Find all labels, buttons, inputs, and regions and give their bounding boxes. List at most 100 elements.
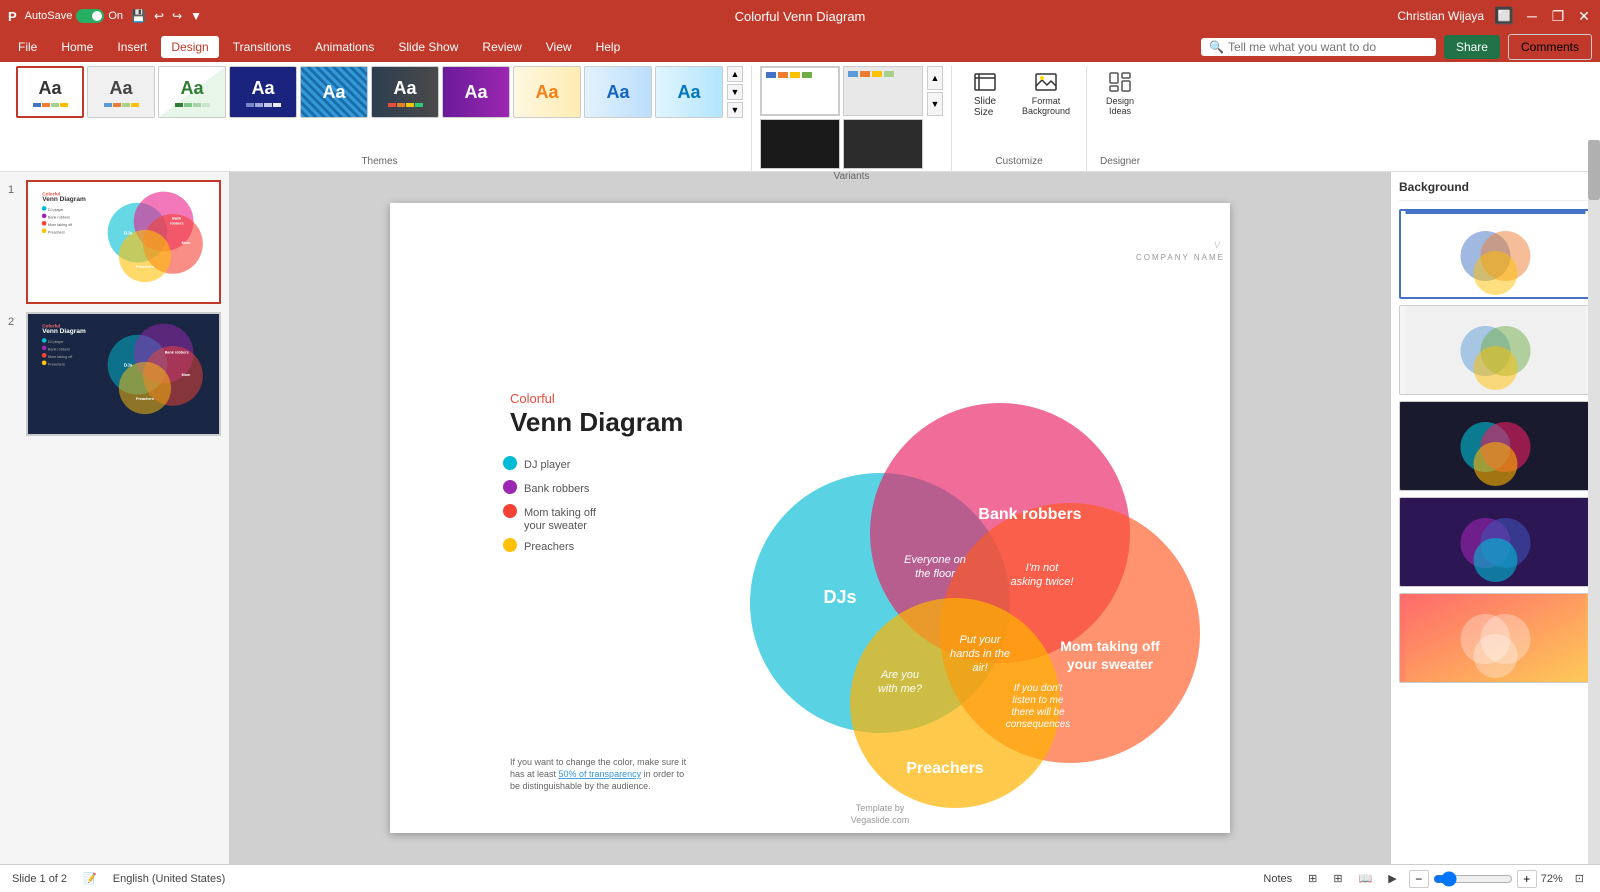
svg-text:Put your: Put your: [960, 634, 1002, 646]
menu-view[interactable]: View: [536, 36, 582, 58]
slide-number-2: 2: [8, 312, 20, 328]
autosave-toggle[interactable]: [76, 9, 104, 23]
svg-text:Preachers: Preachers: [906, 760, 983, 777]
redo-icon[interactable]: ↪: [172, 9, 182, 23]
slideshow-button[interactable]: ▶: [1384, 870, 1400, 887]
design-ideas-button[interactable]: DesignIdeas: [1095, 66, 1145, 120]
variant-4[interactable]: [843, 119, 923, 169]
svg-text:DJs: DJs: [124, 363, 133, 368]
variant-3[interactable]: [760, 119, 840, 169]
zoom-out-button[interactable]: −: [1409, 870, 1429, 888]
slide-notes-icon[interactable]: 📝: [79, 870, 101, 887]
slide-canvas[interactable]: V COMPANY NAME Colorful Venn Diagram DJ …: [390, 203, 1230, 833]
svg-text:Bank robbers: Bank robbers: [524, 483, 590, 495]
theme-bluegray[interactable]: Aa: [584, 66, 652, 118]
menu-design[interactable]: Design: [161, 36, 218, 58]
menu-transitions[interactable]: Transitions: [223, 36, 301, 58]
menu-animations[interactable]: Animations: [305, 36, 384, 58]
menu-review[interactable]: Review: [472, 36, 531, 58]
slide-number-1: 1: [8, 180, 20, 196]
theme-brightblue[interactable]: Aa: [655, 66, 723, 118]
svg-text:DJ player: DJ player: [524, 459, 571, 471]
customize-icon[interactable]: ▼: [190, 9, 202, 23]
slide-size-icon: [973, 70, 997, 94]
slide-thumb-1[interactable]: Colorful Venn Diagram DJ player Bank rob…: [26, 180, 221, 304]
normal-view-button[interactable]: ⊞: [1304, 870, 1321, 887]
menu-home[interactable]: Home: [51, 36, 103, 58]
right-panel: Background: [1390, 172, 1600, 864]
status-left: Slide 1 of 2 📝 English (United States): [12, 870, 225, 887]
theme-green[interactable]: Aa: [158, 66, 226, 118]
variants-scroll-down[interactable]: ▼: [927, 92, 943, 116]
restore-icon[interactable]: 🔲: [1494, 6, 1514, 26]
design-idea-4[interactable]: [1399, 497, 1592, 587]
autosave-label: AutoSave: [25, 10, 73, 22]
window-title: Colorful Venn Diagram: [735, 9, 866, 24]
svg-text:Mom taking off: Mom taking off: [1060, 638, 1160, 654]
vertical-scrollbar[interactable]: [1588, 140, 1600, 864]
fit-slide-button[interactable]: ⊡: [1571, 870, 1588, 887]
menu-help[interactable]: Help: [586, 36, 631, 58]
variants-scroll-up[interactable]: ▲: [927, 66, 943, 90]
theme-dark[interactable]: Aa: [371, 66, 439, 118]
zoom-slider[interactable]: [1433, 871, 1513, 887]
slide-item-1[interactable]: 1 Colorful Venn Diagram DJ player Bank r…: [8, 180, 221, 304]
slide-item-2[interactable]: 2 Colorful Venn Diagram DJ player Bank r…: [8, 312, 221, 436]
theme-dots[interactable]: Aa: [229, 66, 297, 118]
theme-scroll-more[interactable]: ▼: [727, 102, 743, 118]
format-background-label: FormatBackground: [1022, 96, 1070, 116]
design-idea-5[interactable]: [1399, 593, 1592, 683]
variant-grid: [760, 66, 923, 169]
design-idea-3[interactable]: [1399, 401, 1592, 491]
svg-text:hands in the: hands in the: [950, 648, 1010, 660]
menu-bar: File Home Insert Design Transitions Anim…: [0, 32, 1600, 62]
reading-view-button[interactable]: 📖: [1355, 870, 1377, 887]
autosave-state: On: [108, 10, 123, 22]
svg-text:consequences: consequences: [1006, 719, 1071, 730]
title-bar-left: P AutoSave On 💾 ↩ ↪ ▼: [8, 9, 202, 24]
format-background-button[interactable]: FormatBackground: [1014, 66, 1078, 120]
theme-office[interactable]: Aa: [16, 66, 84, 118]
search-input[interactable]: [1228, 40, 1428, 54]
theme-purple[interactable]: Aa: [442, 66, 510, 118]
comments-button[interactable]: Comments: [1508, 34, 1592, 60]
svg-text:DJ player: DJ player: [48, 340, 64, 344]
menu-insert[interactable]: Insert: [107, 36, 157, 58]
share-button[interactable]: Share: [1444, 35, 1500, 59]
svg-text:I'm not: I'm not: [1026, 562, 1060, 574]
design-idea-1[interactable]: [1399, 209, 1592, 299]
customize-label: Customize: [960, 154, 1078, 171]
theme-gold[interactable]: Aa: [513, 66, 581, 118]
design-ideas-label: DesignIdeas: [1106, 96, 1134, 116]
close-btn[interactable]: ✕: [1576, 8, 1592, 24]
theme-scroll-up[interactable]: ▲: [727, 66, 743, 82]
minimize-btn[interactable]: ─: [1524, 8, 1540, 24]
notes-button[interactable]: Notes: [1259, 871, 1296, 887]
design-idea-4-svg: [1400, 498, 1591, 587]
scrollbar-thumb[interactable]: [1588, 140, 1600, 200]
svg-text:Mom taking off: Mom taking off: [48, 355, 73, 359]
svg-text:Preachers: Preachers: [136, 397, 154, 401]
theme-scroll-down[interactable]: ▼: [727, 84, 743, 100]
designer-content: DesignIdeas: [1095, 66, 1145, 154]
theme-2[interactable]: Aa: [87, 66, 155, 118]
menu-slideshow[interactable]: Slide Show: [388, 36, 468, 58]
svg-text:robbers: robbers: [170, 221, 184, 225]
undo-icon[interactable]: ↩: [154, 9, 164, 23]
restore-btn[interactable]: ❐: [1550, 8, 1566, 24]
slide-thumb-2[interactable]: Colorful Venn Diagram DJ player Bank rob…: [26, 312, 221, 436]
variant-1[interactable]: [760, 66, 840, 116]
slide-sorter-button[interactable]: ⊞: [1329, 870, 1346, 887]
design-idea-2[interactable]: [1399, 305, 1592, 395]
slide-size-button[interactable]: SlideSize: [960, 66, 1010, 122]
theme-pattern[interactable]: Aa: [300, 66, 368, 118]
powerpoint-logo: P: [8, 9, 17, 24]
svg-text:there will be: there will be: [1011, 707, 1065, 718]
variant-2[interactable]: [843, 66, 923, 116]
title-bar-right: Christian Wijaya 🔲 ─ ❐ ✕: [1397, 6, 1592, 26]
save-icon[interactable]: 💾: [131, 9, 146, 23]
menu-file[interactable]: File: [8, 36, 47, 58]
svg-text:Preachers: Preachers: [136, 265, 154, 269]
zoom-in-button[interactable]: +: [1517, 870, 1537, 888]
svg-text:has at least 50% of transparen: has at least 50% of transparency in orde…: [510, 769, 684, 779]
